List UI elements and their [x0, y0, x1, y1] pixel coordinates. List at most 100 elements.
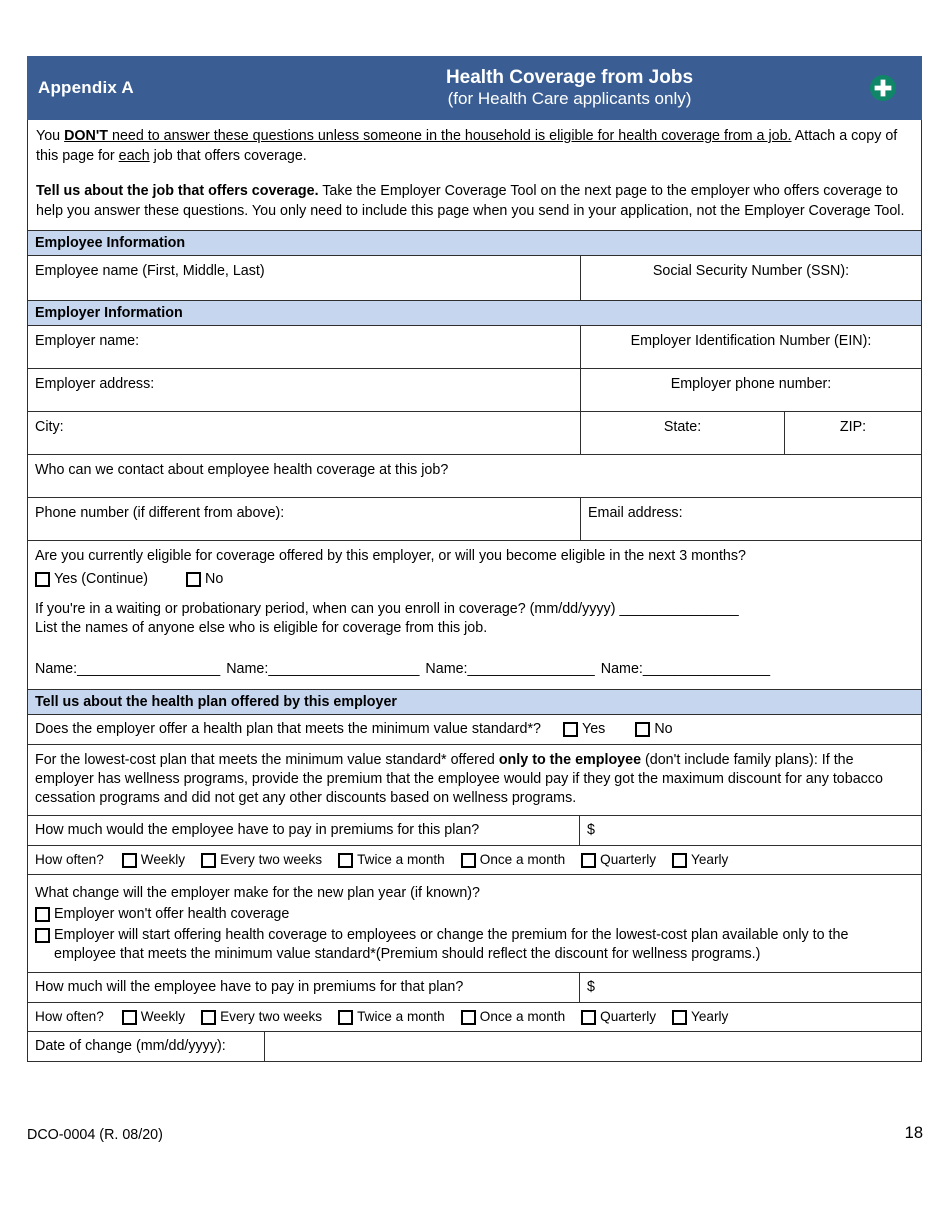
checkbox-icon[interactable] — [35, 572, 50, 588]
name-input-2[interactable]: ___________________ — [268, 661, 419, 677]
city-label: City: — [35, 419, 64, 436]
name-label-4: Name: — [600, 661, 643, 678]
how-often-option-weekly-label: Weekly — [140, 852, 186, 868]
how-often-new-option-quarterly[interactable]: Quarterly — [581, 1008, 656, 1026]
employer-phone-field[interactable]: Employer phone number: — [580, 369, 921, 412]
how-often-option-quarterly[interactable]: Quarterly — [581, 851, 656, 869]
eligibility-options: Yes (Continue) No — [35, 570, 914, 589]
employer-name-field[interactable]: Employer name: — [28, 326, 580, 368]
contact-email-field[interactable]: Email address: — [580, 498, 921, 541]
name-field-3[interactable]: Name:________________ — [425, 660, 594, 679]
how-often-new-option-yearly-label: Yearly — [691, 1009, 729, 1025]
city-state-zip-row: City: State: ZIP: — [28, 411, 921, 455]
city-field[interactable]: City: — [28, 412, 580, 454]
checkbox-icon[interactable] — [672, 1009, 688, 1025]
checkbox-icon[interactable] — [121, 852, 137, 868]
name-input-1[interactable]: __________________ — [77, 661, 220, 677]
premium-question-label: How much would the employee have to pay … — [35, 822, 480, 839]
ein-label: Employer Identification Number (EIN): — [630, 333, 872, 350]
checkbox-icon[interactable] — [201, 852, 217, 868]
checkbox-icon[interactable] — [672, 852, 688, 868]
name-input-3[interactable]: ________________ — [468, 661, 595, 677]
ein-field[interactable]: Employer Identification Number (EIN): — [580, 326, 921, 369]
employer-address-field[interactable]: Employer address: — [28, 369, 580, 411]
new-plan-year-option-2[interactable]: Employer will start offering health cove… — [35, 926, 914, 964]
how-often-option-yearly[interactable]: Yearly — [672, 851, 728, 869]
contact-phone-label: Phone number (if different from above): — [35, 505, 285, 522]
intro-p1-dont: DON'T — [64, 128, 109, 144]
contact-email-label: Email address: — [588, 505, 683, 522]
how-often-new-option-yearly[interactable]: Yearly — [672, 1008, 728, 1026]
checkbox-icon[interactable] — [581, 852, 597, 868]
new-plan-year-row: What change will the employer make for t… — [28, 874, 921, 972]
employee-name-field[interactable]: Employee name (First, Middle, Last) — [28, 256, 580, 300]
how-often-label-new: How often? — [35, 1009, 104, 1025]
checkbox-icon[interactable] — [186, 572, 202, 588]
mvs-option-yes[interactable]: Yes — [562, 720, 605, 739]
date-of-change-row: Date of change (mm/dd/yyyy): — [28, 1031, 921, 1062]
intro-p1-each: each — [118, 148, 150, 165]
employer-name-label: Employer name: — [35, 333, 140, 350]
new-plan-year-option-1[interactable]: Employer won't offer health coverage — [35, 905, 914, 924]
how-often-option-weekly[interactable]: Weekly — [121, 851, 186, 869]
mvs-question-block: Does the employer offer a health plan th… — [28, 715, 921, 744]
how-often-option-every-two-weeks-label: Every two weeks — [220, 852, 323, 868]
employer-name-row: Employer name: Employer Identification N… — [28, 325, 921, 369]
form-header-banner: Appendix A Health Coverage from Jobs (fo… — [27, 56, 922, 120]
how-often-option-once-a-month[interactable]: Once a month — [460, 851, 565, 869]
zip-field[interactable]: ZIP: — [784, 412, 921, 455]
waiting-period-text: If you're in a waiting or probationary p… — [35, 601, 616, 618]
how-often-new-option-every-two-weeks[interactable]: Every two weeks — [201, 1008, 322, 1026]
intro-paragraph-1: You DON'T need to answer these questions… — [36, 126, 913, 167]
form-subtitle: (for Health Care applicants only) — [447, 89, 692, 109]
eligibility-row: Are you currently eligible for coverage … — [28, 540, 921, 689]
mvs-option-no[interactable]: No — [635, 720, 673, 739]
checkbox-icon[interactable] — [338, 1009, 354, 1025]
checkbox-icon[interactable] — [35, 907, 50, 923]
name-input-4[interactable]: ________________ — [643, 661, 770, 677]
premium-amount-input[interactable]: $ — [579, 816, 921, 846]
name-field-4[interactable]: Name:________________ — [601, 660, 770, 679]
contact-phone-email-row: Phone number (if different from above): … — [28, 497, 921, 541]
checkbox-icon[interactable] — [460, 852, 476, 868]
how-often-new-option-weekly[interactable]: Weekly — [121, 1008, 185, 1026]
list-names-text: List the names of anyone else who is eli… — [35, 620, 488, 637]
eligibility-option-no[interactable]: No — [186, 570, 223, 589]
how-often-new-option-once-a-month[interactable]: Once a month — [460, 1008, 565, 1026]
page-footer: DCO-0004 (R. 08/20) 18 — [27, 1124, 923, 1143]
how-often-options-current: How often? Weekly Every two weeks Twice … — [28, 846, 921, 874]
eligibility-option-yes-label: Yes (Continue) — [54, 571, 149, 588]
checkbox-icon[interactable] — [581, 1009, 597, 1025]
ssn-field[interactable]: Social Security Number (SSN): — [580, 256, 921, 301]
checkbox-icon[interactable] — [460, 1009, 476, 1025]
how-often-option-twice-a-month[interactable]: Twice a month — [338, 851, 445, 869]
state-field[interactable]: State: — [580, 412, 784, 455]
name-label-3: Name: — [425, 661, 468, 678]
how-often-new-option-twice-a-month[interactable]: Twice a month — [338, 1008, 445, 1026]
date-of-change-input[interactable] — [264, 1032, 921, 1062]
checkbox-icon[interactable] — [201, 1009, 217, 1025]
intro-p1-prefix: You — [36, 128, 65, 144]
new-premium-amount-input[interactable]: $ — [579, 973, 921, 1003]
checkbox-icon[interactable] — [338, 852, 354, 868]
how-often-option-every-two-weeks[interactable]: Every two weeks — [201, 851, 322, 869]
contact-phone-field[interactable]: Phone number (if different from above): — [28, 498, 580, 540]
name-field-2[interactable]: Name:___________________ — [226, 660, 419, 679]
contact-question-label: Who can we contact about employee health… — [35, 462, 449, 479]
checkbox-icon[interactable] — [121, 1009, 137, 1025]
checkbox-icon[interactable] — [635, 722, 651, 738]
waiting-period-input[interactable]: _______________ — [619, 601, 738, 617]
eligibility-option-yes[interactable]: Yes (Continue) — [35, 570, 148, 589]
form-number: DCO-0004 (R. 08/20) — [27, 1127, 163, 1143]
eligible-names-row: Name:__________________ Name:___________… — [35, 660, 914, 679]
name-field-1[interactable]: Name:__________________ — [35, 660, 220, 679]
new-premium-currency-symbol: $ — [587, 979, 595, 996]
contact-person-field[interactable]: Who can we contact about employee health… — [28, 455, 921, 497]
form-page: Appendix A Health Coverage from Jobs (fo… — [27, 56, 922, 1063]
how-often-row-new: How often? Weekly Every two weeks Twice … — [28, 1002, 921, 1031]
contact-question-row: Who can we contact about employee health… — [28, 454, 921, 497]
how-often-label-current: How often? — [35, 852, 104, 868]
new-premium-question-cell: How much will the employee have to pay i… — [28, 973, 579, 1002]
checkbox-icon[interactable] — [562, 722, 578, 738]
checkbox-icon[interactable] — [35, 928, 50, 944]
